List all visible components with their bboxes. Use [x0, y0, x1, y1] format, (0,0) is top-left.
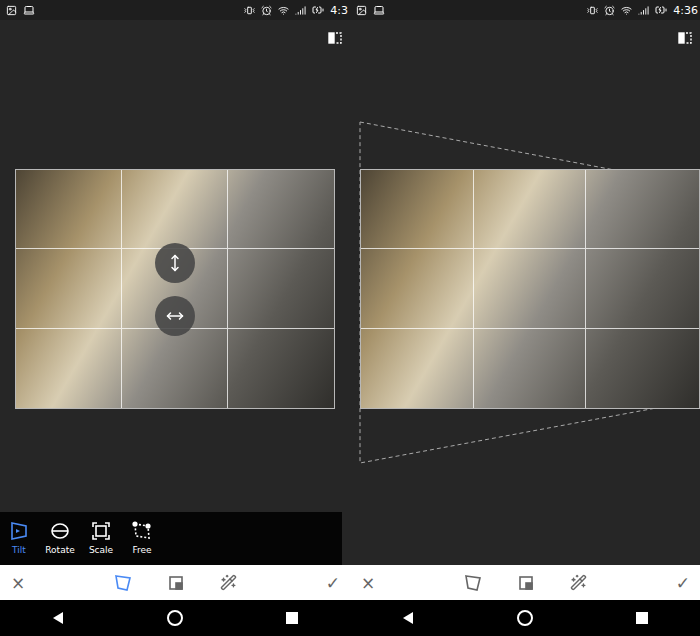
bottom-toolbar: ×✓	[350, 565, 700, 600]
horizontal-arrow-icon	[166, 307, 184, 325]
vibrate-icon	[244, 5, 255, 16]
tool-option-label: Tilt	[12, 545, 26, 556]
home-button[interactable]	[513, 606, 537, 630]
alarm-icon	[261, 5, 272, 16]
home-icon	[516, 609, 534, 627]
magic-wand-icon	[570, 574, 587, 591]
grid-cell	[361, 329, 474, 408]
bottom-toolbar: ×✓	[0, 565, 350, 600]
tool-option-label: Rotate	[45, 545, 74, 556]
screenshot-pair: 4:3TiltRotateScaleFree×✓4:36×✓	[0, 0, 700, 636]
grid-cell	[16, 170, 122, 249]
vibrate-icon	[587, 5, 598, 16]
back-button[interactable]	[396, 606, 420, 630]
wifi-icon	[621, 5, 632, 16]
grid-cell	[16, 329, 122, 408]
cancel-button[interactable]: ×	[9, 573, 27, 593]
back-button[interactable]	[46, 606, 70, 630]
home-icon	[166, 609, 184, 627]
grid-cell	[474, 249, 587, 328]
tool-option[interactable]: Rotate	[41, 517, 79, 561]
apply-button[interactable]: ✓	[674, 573, 692, 593]
laptop-icon	[23, 4, 35, 16]
grid-cell	[122, 170, 228, 249]
magic-wand-icon	[220, 574, 237, 591]
tool-option-label: Scale	[89, 545, 113, 556]
compare-button[interactable]	[676, 29, 694, 47]
expand-icon	[168, 575, 184, 591]
phone-screen: 4:36×✓	[350, 0, 700, 636]
horizontal-tilt-handle[interactable]	[155, 296, 195, 336]
toolbar-tool-button[interactable]	[219, 573, 239, 593]
vertical-arrow-icon	[166, 254, 184, 272]
tool-option[interactable]: Tilt	[0, 517, 38, 561]
compare-icon	[328, 31, 342, 45]
toolbar-tool-button[interactable]	[166, 573, 186, 593]
grid-cell	[586, 249, 699, 328]
grid-overlay	[361, 170, 699, 408]
rotate-icon	[50, 521, 70, 541]
grid-cell	[586, 329, 699, 408]
battery-icon	[655, 4, 667, 16]
navigation-bar	[350, 600, 700, 636]
navigation-bar	[0, 600, 350, 636]
laptop-icon	[373, 4, 385, 16]
status-bar: 4:36	[350, 0, 700, 20]
grid-cell	[361, 249, 474, 328]
alarm-icon	[604, 5, 615, 16]
grid-cell	[361, 170, 474, 249]
vertical-tilt-handle[interactable]	[155, 243, 195, 283]
perspective-icon	[114, 574, 132, 592]
photo[interactable]	[360, 169, 700, 409]
grid-cell	[474, 170, 587, 249]
toolbar-tool-button[interactable]	[463, 573, 483, 593]
recents-icon	[286, 612, 298, 624]
grid-cell	[16, 249, 122, 328]
grid-cell	[228, 170, 334, 249]
tool-option[interactable]: Free	[123, 517, 161, 561]
grid-cell	[586, 170, 699, 249]
tool-option-label: Free	[132, 545, 151, 556]
grid-cell	[474, 329, 587, 408]
edit-canvas	[350, 20, 700, 565]
phone-screen: 4:3TiltRotateScaleFree×✓	[0, 0, 350, 636]
home-button[interactable]	[163, 606, 187, 630]
edit-canvas: Tilt Rotate Scale Free	[0, 20, 350, 565]
grid-overlay	[16, 170, 334, 408]
grid-cell	[228, 249, 334, 328]
tool-option[interactable]: Scale	[82, 517, 120, 561]
signal-icon	[638, 5, 649, 16]
toolbar-tool-button[interactable]	[516, 573, 536, 593]
status-time: 4:36	[673, 4, 698, 17]
compare-button[interactable]	[326, 29, 344, 47]
tilt-icon	[9, 521, 29, 541]
grid-cell	[122, 329, 228, 408]
status-time: 4:3	[330, 4, 348, 17]
recents-icon	[636, 612, 648, 624]
image-icon	[6, 5, 17, 16]
signal-icon	[295, 5, 306, 16]
photo[interactable]	[15, 169, 335, 409]
expand-icon	[518, 575, 534, 591]
recents-button[interactable]	[280, 606, 304, 630]
wifi-icon	[278, 5, 289, 16]
image-icon	[356, 5, 367, 16]
tool-options-bar: Tilt Rotate Scale Free	[0, 512, 342, 565]
back-icon	[401, 611, 415, 625]
battery-icon	[312, 4, 324, 16]
free-icon	[132, 521, 152, 541]
back-icon	[51, 611, 65, 625]
status-bar: 4:3	[0, 0, 350, 20]
grid-cell	[228, 329, 334, 408]
perspective-icon	[464, 574, 482, 592]
apply-button[interactable]: ✓	[324, 573, 342, 593]
toolbar-tool-button[interactable]	[113, 573, 133, 593]
compare-icon	[678, 31, 692, 45]
scale-icon	[91, 521, 111, 541]
cancel-button[interactable]: ×	[359, 573, 377, 593]
toolbar-tool-button[interactable]	[569, 573, 589, 593]
recents-button[interactable]	[630, 606, 654, 630]
